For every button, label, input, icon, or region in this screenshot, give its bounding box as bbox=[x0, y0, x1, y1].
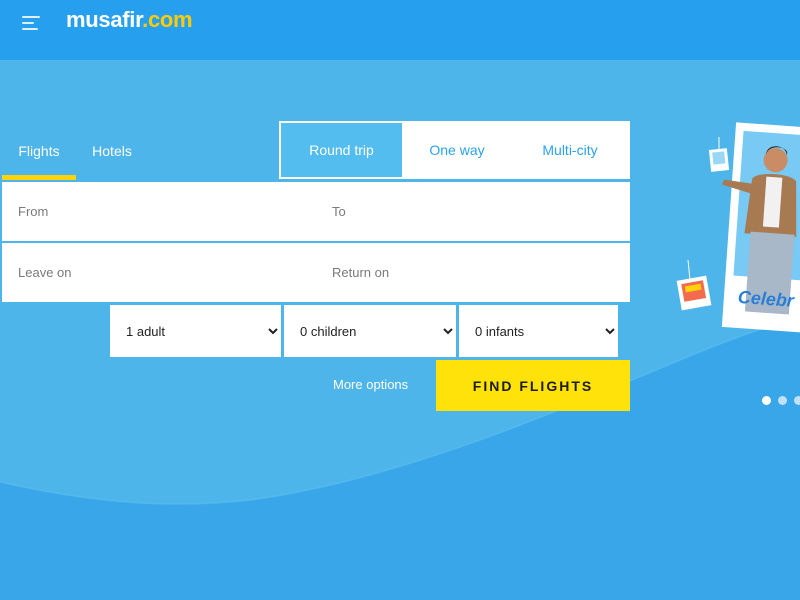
leave-on-input[interactable] bbox=[2, 243, 316, 302]
trip-type-selector: Round trip One way Multi-city bbox=[279, 121, 630, 179]
brand-tld: .com bbox=[142, 7, 193, 32]
dates-row bbox=[2, 243, 630, 302]
more-options-link[interactable]: More options bbox=[333, 377, 408, 392]
promo-banner[interactable]: Celebr bbox=[670, 115, 800, 375]
find-flights-button[interactable]: FIND FLIGHTS bbox=[436, 360, 630, 411]
carousel-dot-3[interactable] bbox=[794, 396, 800, 405]
top-header: musafir.com bbox=[0, 0, 800, 60]
brand-name: musafir bbox=[66, 7, 143, 32]
menu-icon[interactable] bbox=[22, 14, 40, 32]
carousel-dot-1[interactable] bbox=[762, 396, 771, 405]
to-input[interactable] bbox=[316, 182, 630, 241]
trip-round-trip[interactable]: Round trip bbox=[281, 123, 402, 177]
route-row bbox=[2, 182, 630, 241]
infants-select[interactable]: 0 infants bbox=[459, 305, 618, 357]
carousel-dot-2[interactable] bbox=[778, 396, 787, 405]
return-on-input[interactable] bbox=[316, 243, 630, 302]
children-select[interactable]: 0 children bbox=[284, 305, 456, 357]
adults-select[interactable]: 1 adult bbox=[110, 305, 281, 357]
tab-flights[interactable]: Flights bbox=[2, 121, 76, 180]
trip-one-way[interactable]: One way bbox=[402, 123, 512, 177]
tab-hotels[interactable]: Hotels bbox=[86, 121, 138, 180]
from-input[interactable] bbox=[2, 182, 316, 241]
trip-multi-city[interactable]: Multi-city bbox=[512, 123, 628, 177]
promo-text: Celebr bbox=[737, 287, 795, 311]
promo-illustration: Celebr bbox=[676, 122, 800, 334]
brand-logo[interactable]: musafir.com bbox=[66, 7, 193, 33]
